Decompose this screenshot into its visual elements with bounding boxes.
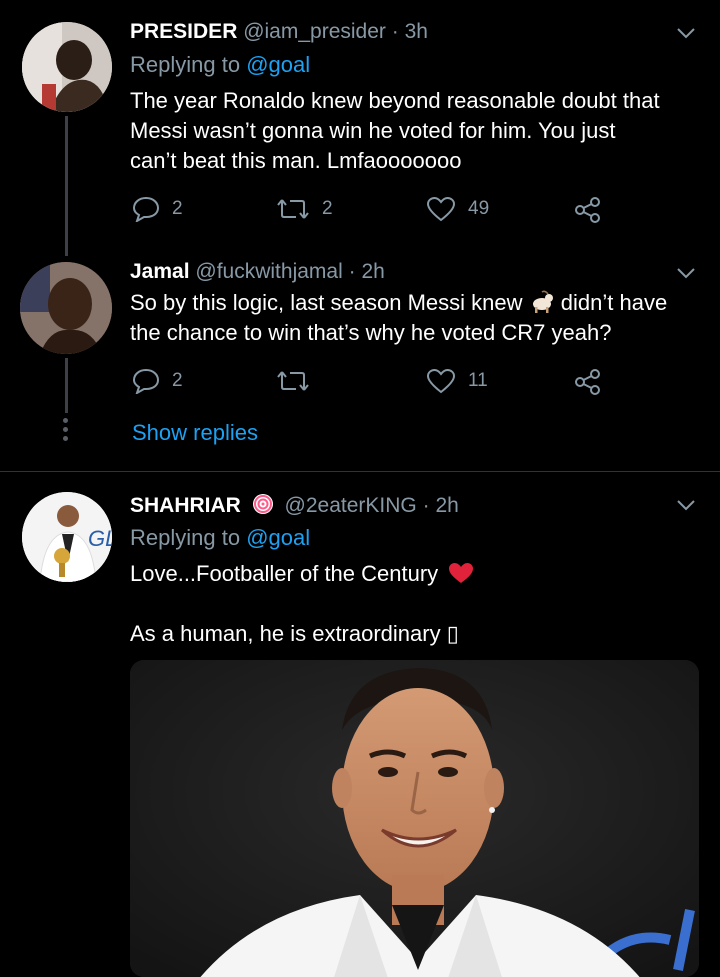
missing-glyph: ▯ — [446, 622, 459, 647]
user-handle[interactable]: @2eaterKING — [285, 494, 417, 517]
mention-link[interactable]: @goal — [246, 52, 310, 77]
user-handle[interactable]: @fuckwithjamal — [195, 260, 342, 283]
reply-button[interactable]: 2 — [132, 368, 183, 394]
reply-icon — [132, 196, 160, 222]
show-replies-link[interactable]: Show replies — [132, 420, 258, 446]
chevron-down-icon[interactable] — [676, 266, 696, 280]
chevron-down-icon[interactable] — [676, 498, 696, 512]
tweet-text: The year Ronaldo knew beyond reasonable … — [130, 86, 710, 176]
heart-icon — [426, 368, 456, 394]
tweet-presider[interactable]: PRESIDER @iam_presider · 3h Replying to … — [0, 0, 720, 256]
goat-emoji-icon — [532, 290, 553, 313]
share-button[interactable] — [574, 196, 602, 224]
thread-line — [65, 358, 68, 413]
share-button[interactable] — [574, 368, 602, 396]
tweet-text-segment: didn’t have — [560, 290, 668, 315]
tweet-text-line: can’t beat this man. Lmfaooooooo — [130, 148, 462, 173]
reply-icon — [132, 368, 160, 394]
tweet-text-segment: So by this logic, last season Messi knew — [130, 290, 523, 315]
tweet-text-line: As a human, he is extraordinary — [130, 621, 441, 646]
timestamp[interactable]: 2h — [361, 260, 384, 283]
retweet-button[interactable] — [276, 368, 322, 394]
retweet-icon — [277, 199, 309, 219]
display-name[interactable]: PRESIDER — [130, 20, 237, 43]
display-name[interactable]: Jamal — [130, 260, 190, 283]
avatar[interactable]: GL — [22, 492, 112, 582]
timestamp[interactable]: 3h — [405, 20, 428, 43]
avatar-photo-icon — [20, 262, 112, 354]
user-handle[interactable]: @iam_presider — [243, 20, 386, 43]
avatar[interactable] — [20, 262, 112, 354]
separator-dot: · — [391, 20, 399, 43]
replying-to-label: Replying to — [130, 52, 241, 77]
tweet-text: So by this logic, last season Messi knew… — [130, 288, 715, 348]
reply-button[interactable]: 2 — [132, 196, 183, 222]
separator-dot: · — [422, 494, 430, 517]
lollipop-emoji-icon — [252, 494, 273, 514]
reply-count: 2 — [172, 370, 183, 391]
tweet-text-line: the chance to win that’s why he voted CR… — [130, 320, 612, 345]
replying-to-label: Replying to — [130, 525, 241, 550]
display-name[interactable]: SHAHRIAR — [130, 494, 241, 517]
red-heart-emoji-icon — [449, 563, 474, 583]
chevron-down-icon[interactable] — [676, 26, 696, 40]
thread-line — [65, 116, 68, 256]
tweet-shahriar[interactable]: GL SHAHRIAR @2eaterKING · 2h Replying to… — [0, 472, 720, 977]
avatar[interactable] — [22, 22, 112, 112]
like-button[interactable]: 11 — [426, 368, 488, 394]
tweet-jamal[interactable]: Jamal @fuckwithjamal · 2h So by this log… — [0, 250, 720, 470]
tweet-text-line: The year Ronaldo knew beyond reasonable … — [130, 88, 660, 113]
avatar-photo-icon: GL — [22, 492, 112, 582]
share-icon — [575, 197, 600, 223]
separator-dot: · — [348, 260, 356, 283]
more-replies-dots-icon — [63, 418, 70, 441]
reply-count: 2 — [172, 198, 183, 219]
avatar-photo-icon — [22, 22, 112, 112]
tweet-text-line: Love...Footballer of the Century — [130, 561, 439, 586]
svg-text:GL: GL — [88, 526, 112, 551]
tweet-text: Love...Footballer of the Century As a hu… — [130, 559, 710, 650]
ronaldo-photo-icon — [130, 660, 699, 977]
mention-link[interactable]: @goal — [246, 525, 310, 550]
timestamp[interactable]: 2h — [435, 494, 458, 517]
like-count: 49 — [468, 198, 490, 219]
like-count: 11 — [468, 370, 488, 391]
heart-icon — [426, 196, 456, 222]
retweet-count: 2 — [322, 198, 333, 219]
share-icon — [575, 369, 600, 395]
retweet-icon — [277, 371, 309, 391]
retweet-button[interactable]: 2 — [276, 196, 333, 222]
tweet-text-line: Messi wasn’t gonna win he voted for him.… — [130, 118, 616, 143]
like-button[interactable]: 49 — [426, 196, 489, 222]
tweet-media-image[interactable] — [130, 660, 699, 977]
